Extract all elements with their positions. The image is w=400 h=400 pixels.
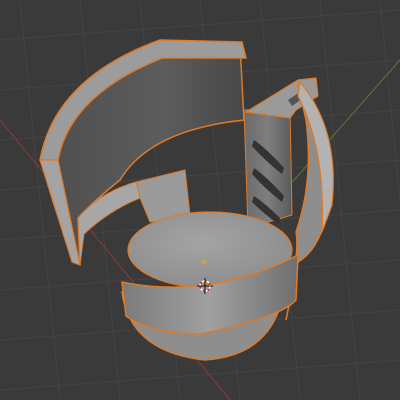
object-origin-icon[interactable]: [202, 260, 206, 264]
viewport-canvas[interactable]: [0, 0, 400, 400]
3d-viewport[interactable]: [0, 0, 400, 400]
cup-holder-mesh[interactable]: [39, 39, 334, 361]
